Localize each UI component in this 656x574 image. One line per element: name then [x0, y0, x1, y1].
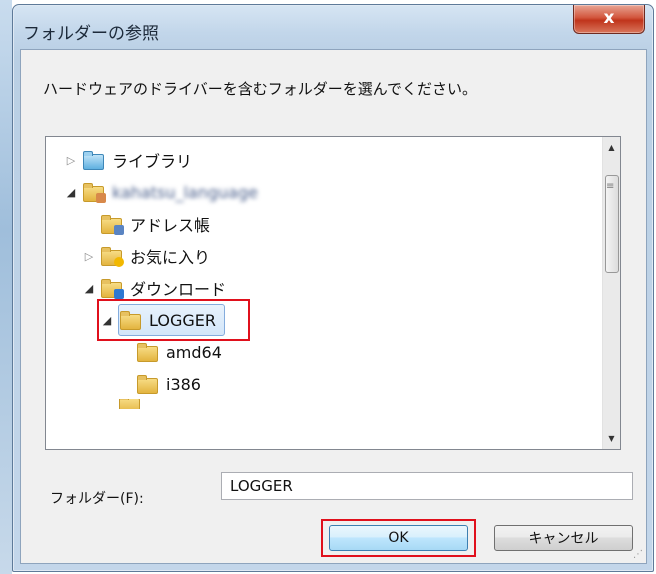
tree-item-i386[interactable]: i386: [118, 368, 201, 400]
close-button[interactable]: x: [573, 5, 645, 34]
library-folder-icon: [82, 151, 104, 170]
downloads-folder-icon: [100, 279, 124, 299]
tree-item-label: kahatsu_language: [112, 182, 258, 202]
ok-highlight-box: [321, 519, 476, 557]
folder-icon: [136, 343, 158, 362]
browse-folder-dialog: フォルダーの参照 x ハードウェアのドライバーを含むフォルダーを選んでください。…: [12, 4, 654, 572]
tree-item-label: ライブラリ: [112, 152, 193, 171]
contacts-folder-icon: [100, 215, 124, 235]
tree-item-label: i386: [166, 374, 201, 394]
desktop-background: [0, 0, 12, 574]
collapse-arrow-icon[interactable]: ◢: [82, 282, 96, 295]
expand-arrow-icon[interactable]: ▷: [82, 250, 96, 263]
tree-item-label: お気に入り: [130, 248, 211, 267]
tree-scrollbar[interactable]: ▲ ≡ ▼: [602, 137, 620, 449]
tree-item-libraries[interactable]: ▷ ライブラリ: [64, 144, 192, 176]
folder-icon: [136, 375, 158, 394]
cancel-button[interactable]: キャンセル: [494, 525, 633, 551]
resize-grip-icon[interactable]: ⋰: [633, 549, 643, 560]
logger-highlight-box: [97, 299, 250, 341]
tree-item-favorites[interactable]: ▷ お気に入り: [82, 240, 210, 272]
folder-field-label: フォルダー(F):: [50, 491, 144, 507]
scroll-down-arrow-icon[interactable]: ▼: [603, 430, 620, 447]
tree-item-user[interactable]: ◢ kahatsu_language: [64, 176, 258, 208]
scroll-up-arrow-icon[interactable]: ▲: [603, 139, 620, 156]
folder-tree[interactable]: ▷ ライブラリ ◢ kahatsu_language アドレス帳 ▷ お気に入り: [45, 136, 621, 450]
dialog-body: ハードウェアのドライバーを含むフォルダーを選んでください。 ▷ ライブラリ ◢ …: [20, 49, 647, 564]
tree-item-label: amd64: [166, 342, 222, 362]
favorites-folder-icon: [100, 247, 124, 267]
tree-item-contacts[interactable]: アドレス帳: [82, 208, 210, 240]
close-icon: x: [603, 8, 615, 28]
dialog-title: フォルダーの参照: [23, 24, 159, 44]
instruction-text: ハードウェアのドライバーを含むフォルダーを選んでください。: [43, 80, 477, 98]
tree-item-partial: [118, 399, 148, 409]
folder-icon: [118, 399, 140, 409]
tree-item-label: ダウンロード: [130, 280, 227, 299]
tree-item-label: アドレス帳: [130, 216, 211, 235]
scroll-grip-icon: ≡: [606, 181, 615, 192]
expand-arrow-icon[interactable]: ▷: [64, 154, 78, 167]
user-folder-icon: [82, 183, 106, 203]
folder-name-input[interactable]: [221, 472, 633, 500]
collapse-arrow-icon[interactable]: ◢: [64, 186, 78, 199]
